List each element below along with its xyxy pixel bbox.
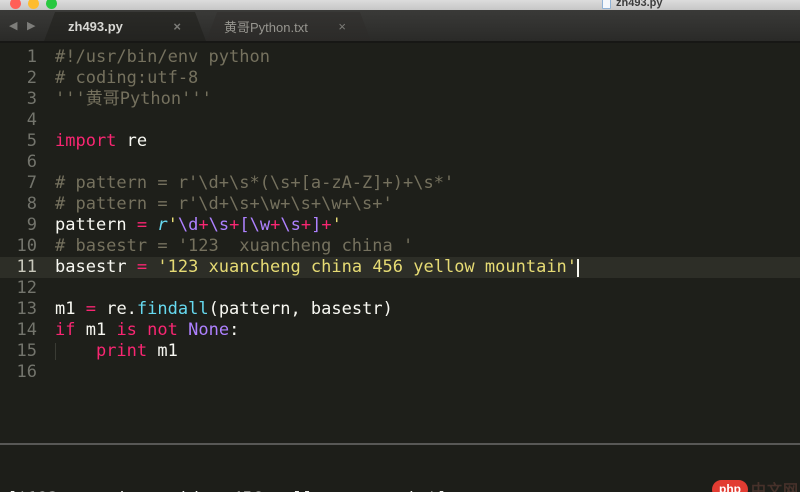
titlebar: zh493.py: [0, 0, 800, 10]
code-text: pattern = r'\d+\s+[\w+\s+]+': [55, 215, 342, 235]
code-line[interactable]: 4: [0, 110, 800, 131]
code-text: m1 = re.findall(pattern, basestr): [55, 299, 393, 319]
indent-guide: [55, 343, 56, 360]
code-line[interactable]: 9 pattern = r'\d+\s+[\w+\s+]+': [0, 215, 800, 236]
line-number: 5: [26, 131, 37, 151]
code-text: import re: [55, 131, 148, 151]
close-tab-icon[interactable]: ×: [170, 19, 184, 34]
history-back-icon[interactable]: ◀: [9, 19, 17, 32]
line-number: 6: [26, 152, 37, 172]
code-line[interactable]: 8 # pattern = r'\d+\s+\w+\s+\w+\s+': [0, 194, 800, 215]
code-text: '''黄哥Python''': [55, 89, 212, 109]
sublime-window: zh493.py ◀ ▶ zh493.py × 黄哥Python.txt × 1…: [0, 0, 800, 492]
code-text: # basestr = '123 xuancheng china ': [55, 236, 414, 256]
text-cursor: [577, 259, 580, 277]
tab-bar: ◀ ▶ zh493.py × 黄哥Python.txt ×: [0, 10, 800, 43]
line-number: 7: [26, 173, 37, 193]
code-text: print m1: [44, 341, 800, 362]
traffic-lights: [10, 0, 57, 9]
line-number: 15: [16, 341, 37, 361]
php-logo-badge: php: [711, 480, 748, 492]
line-number: 1: [26, 47, 37, 67]
line-number: 12: [16, 278, 37, 298]
line-number: 8: [26, 194, 37, 214]
tab-label: 黄哥Python.txt: [224, 20, 308, 35]
php-cn-watermark: php 中文网: [711, 479, 799, 492]
tab-zh493-py[interactable]: zh493.py ×: [44, 12, 206, 41]
fullscreen-window-button[interactable]: [46, 0, 57, 9]
code-line[interactable]: 11 basestr = '123 xuancheng china 456 yel…: [0, 257, 800, 278]
code-line[interactable]: 5 import re: [0, 131, 800, 152]
code-line[interactable]: 2 # coding:utf-8: [0, 68, 800, 89]
close-tab-icon[interactable]: ×: [335, 19, 349, 34]
code-text: # pattern = r'\d+\s*(\s+[a-zA-Z]+)+\s*': [55, 173, 455, 193]
window-title: zh493.py: [616, 0, 663, 9]
line-number: 3: [26, 89, 37, 109]
code-line[interactable]: 3 '''黄哥Python''': [0, 89, 800, 110]
tab-huangge-python-txt[interactable]: 黄哥Python.txt ×: [206, 12, 371, 41]
line-number: 10: [16, 236, 37, 256]
tab-label: zh493.py: [68, 19, 123, 34]
code-editor[interactable]: 1 #!/usr/bin/env python 2 # coding:utf-8 3 ''…: [0, 43, 800, 443]
code-line[interactable]: 10 # basestr = '123 xuancheng china ': [0, 236, 800, 257]
history-forward-icon[interactable]: ▶: [27, 19, 35, 32]
line-number: 4: [26, 110, 37, 130]
code-lines: 1 #!/usr/bin/env python 2 # coding:utf-8 3 ''…: [0, 47, 800, 383]
code-text: basestr = '123 xuancheng china 456 yello…: [55, 257, 580, 277]
line-number: 9: [26, 215, 37, 235]
build-output-panel: ['123 xuancheng china 456 yellow mountai…: [0, 443, 800, 492]
line-number: 16: [16, 362, 37, 382]
line-number: 14: [16, 320, 37, 340]
line-number: 2: [26, 68, 37, 88]
code-line[interactable]: 7 # pattern = r'\d+\s*(\s+[a-zA-Z]+)+\s*': [0, 173, 800, 194]
line-number: 13: [16, 299, 37, 319]
code-line[interactable]: 1 #!/usr/bin/env python: [0, 47, 800, 68]
line-number: 11: [16, 257, 37, 277]
title-area: zh493.py: [602, 0, 662, 9]
php-cn-text: 中文网: [750, 482, 799, 492]
code-line[interactable]: 13 m1 = re.findall(pattern, basestr): [0, 299, 800, 320]
code-line[interactable]: 12: [0, 278, 800, 299]
code-line[interactable]: 15 print m1: [0, 341, 800, 362]
close-window-button[interactable]: [10, 0, 21, 9]
code-text: # coding:utf-8: [55, 68, 199, 88]
code-line[interactable]: 16: [0, 362, 800, 383]
code-line[interactable]: 14 if m1 is not None:: [0, 320, 800, 341]
code-text: # pattern = r'\d+\s+\w+\s+\w+\s+': [55, 194, 393, 214]
code-text: if m1 is not None:: [55, 320, 240, 340]
document-icon: [602, 0, 611, 9]
minimize-window-button[interactable]: [28, 0, 39, 9]
code-text: #!/usr/bin/env python: [55, 47, 270, 67]
code-line[interactable]: 6: [0, 152, 800, 173]
